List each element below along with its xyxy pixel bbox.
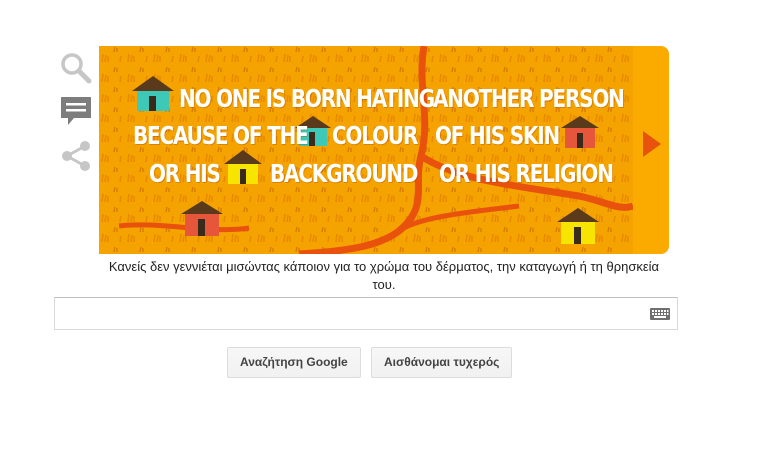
share-icon[interactable] — [58, 138, 94, 174]
google-homepage: NO ONE IS BORN HATING BECAUSE OF THE COL… — [0, 0, 770, 474]
doodle-next-button[interactable] — [633, 46, 669, 254]
google-search-button[interactable]: Αναζήτηση Google — [227, 347, 361, 378]
doodle-text-line-3: COLOUR — [332, 121, 418, 150]
doodle-background — [99, 46, 633, 254]
play-triangle-icon — [643, 131, 661, 157]
feeling-lucky-button[interactable]: Αισθάνομαι τυχερός — [371, 347, 513, 378]
doodle-text-line-2: BECAUSE OF THE — [133, 121, 309, 150]
doodle-caption: Κανείς δεν γεννιέται μισώντας κάποιον γι… — [108, 259, 660, 292]
doodle-text-line-4: OR HIS — [149, 159, 221, 188]
doodle-text-line-1: NO ONE IS BORN HATING — [179, 84, 435, 113]
doodle-text-line-6: ANOTHER PERSON — [433, 84, 625, 113]
keyboard-icon[interactable] — [650, 308, 670, 320]
search-input[interactable] — [61, 302, 645, 326]
doodle-image[interactable]: NO ONE IS BORN HATING BECAUSE OF THE COL… — [99, 46, 633, 254]
doodle-share-tools — [58, 50, 94, 182]
speech-bubble-icon[interactable] — [58, 94, 94, 130]
doodle-text-line-5: BACKGROUND — [270, 159, 419, 188]
doodle-text-line-8: OR HIS RELIGION — [439, 159, 614, 188]
search-box — [54, 297, 678, 330]
search-icon[interactable] — [58, 50, 94, 86]
doodle-text-line-7: OF HIS SKIN — [435, 121, 560, 150]
